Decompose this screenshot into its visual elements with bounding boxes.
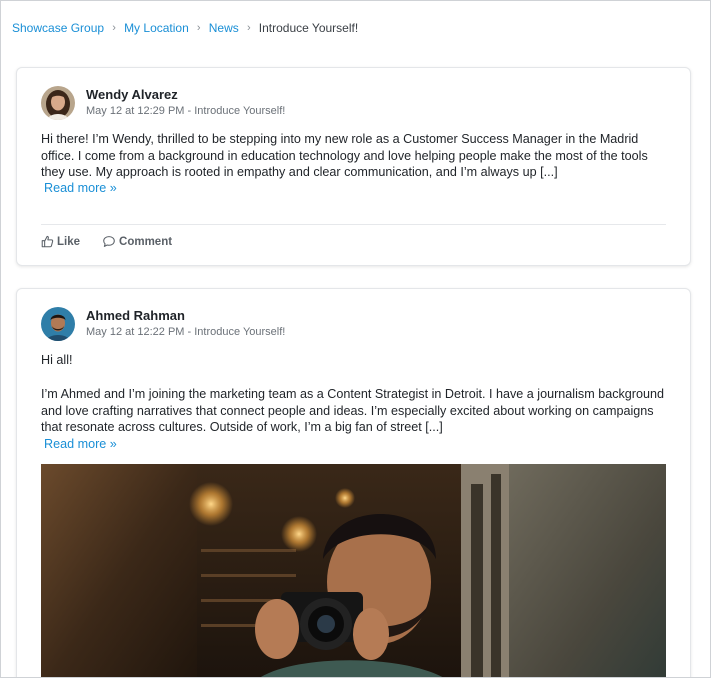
like-button[interactable]: Like — [41, 235, 80, 248]
comment-button[interactable]: Comment — [102, 235, 172, 248]
post-photo[interactable] — [41, 464, 666, 677]
divider — [41, 224, 666, 225]
breadcrumb-current: Introduce Yourself! — [258, 21, 359, 35]
comment-icon — [103, 236, 115, 247]
post-meta: May 12 at 12:22 PM - Introduce Yourself! — [86, 326, 286, 338]
author-name[interactable]: Ahmed Rahman — [86, 308, 185, 323]
post-body: I’m Ahmed and I’m joining the marketing … — [41, 387, 665, 435]
avatar-image — [41, 307, 75, 341]
breadcrumb-showcase-group[interactable]: Showcase Group — [12, 21, 104, 35]
breadcrumb-separator: › — [112, 22, 116, 34]
avatar[interactable] — [41, 86, 75, 120]
comment-label: Comment — [119, 235, 173, 248]
author-name[interactable]: Wendy Alvarez — [86, 87, 178, 102]
read-more-link[interactable]: Read more » — [44, 181, 117, 195]
avatar-image — [41, 86, 75, 120]
photo-image — [41, 464, 666, 677]
post-actions: Like Comment — [41, 235, 172, 248]
breadcrumb-separator: › — [246, 22, 251, 34]
avatar[interactable] — [41, 307, 75, 341]
post-card: Wendy Alvarez May 12 at 12:29 PM - Intro… — [16, 67, 691, 266]
breadcrumb-my-location[interactable]: My Location — [124, 21, 189, 35]
post-card: Ahmed Rahman May 12 at 12:22 PM - Introd… — [16, 288, 691, 677]
post-meta: May 12 at 12:29 PM - Introduce Yourself! — [86, 105, 286, 117]
breadcrumb-separator: › — [196, 22, 201, 34]
page-frame: Showcase Group › My Location › News › In… — [0, 0, 711, 678]
thumbs-up-icon — [41, 235, 54, 248]
breadcrumb: Showcase Group › My Location › News › In… — [12, 21, 358, 35]
post-body-greeting: Hi all! — [41, 353, 73, 367]
post-body: Hi there! I’m Wendy, thrilled to be step… — [41, 132, 648, 180]
like-label: Like — [57, 235, 81, 248]
breadcrumb-news[interactable]: News — [209, 21, 239, 35]
read-more-link[interactable]: Read more » — [44, 437, 117, 451]
